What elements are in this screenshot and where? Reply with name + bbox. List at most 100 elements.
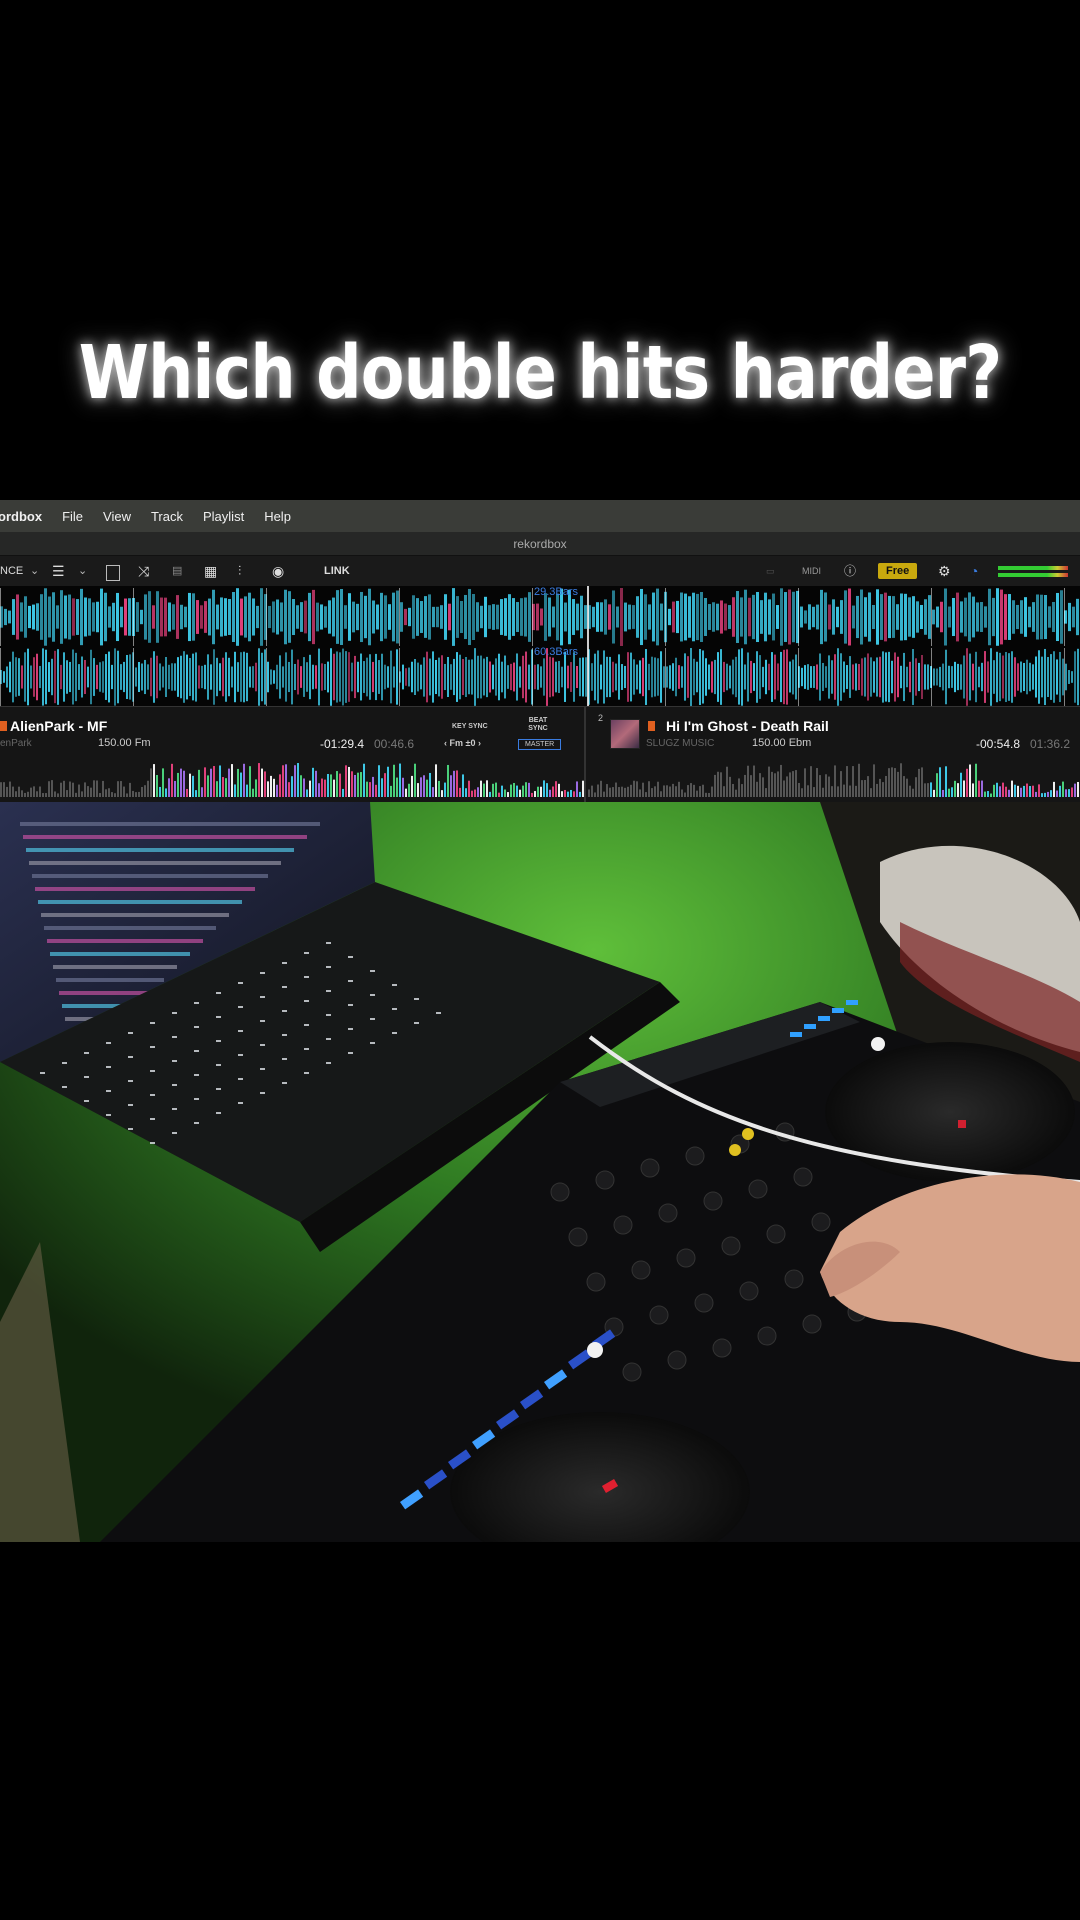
mixer-knob[interactable]: [694, 1293, 714, 1313]
mixer-knob[interactable]: [766, 1224, 786, 1244]
chevron-down-icon[interactable]: ⌄: [30, 563, 39, 579]
mixer-knob[interactable]: [802, 1314, 822, 1334]
waveform-bar: [292, 598, 295, 636]
overview-bar: [99, 793, 101, 797]
mixer-knob[interactable]: [550, 1182, 570, 1202]
performance-pad[interactable]: [818, 1016, 830, 1021]
overview-bar: [201, 787, 203, 797]
waveform-bar: [21, 665, 23, 689]
waveform-bar: [147, 664, 149, 690]
chevron-down-icon[interactable]: ⌄: [78, 563, 87, 579]
mixer-knob[interactable]: [622, 1362, 642, 1382]
grid-icon[interactable]: ▦: [204, 563, 217, 579]
mixer-knob[interactable]: [595, 1170, 615, 1190]
waveform-bar: [316, 602, 319, 632]
menu-view[interactable]: View: [103, 509, 131, 524]
mixer-knob[interactable]: [703, 1191, 723, 1211]
link-button[interactable]: LINK: [324, 563, 350, 579]
yellow-button-light[interactable]: [742, 1128, 754, 1140]
performance-pad[interactable]: [846, 1000, 858, 1005]
waveform-bar: [4, 608, 7, 626]
overview-bar: [768, 766, 770, 797]
waveform-bar: [981, 662, 983, 692]
overview-bar: [27, 791, 29, 797]
deck-a-indicator: [0, 721, 7, 731]
overview-bar: [801, 788, 803, 797]
midi-button[interactable]: MIDI: [802, 563, 821, 579]
waveform-bar: [716, 603, 719, 631]
gear-icon[interactable]: ⚙: [938, 563, 951, 579]
overview-bar: [246, 784, 248, 797]
overview-bar: [198, 769, 200, 797]
waveform-bar: [164, 597, 167, 637]
right-jog-wheel[interactable]: [825, 1042, 1075, 1182]
waveform-bar: [628, 604, 631, 630]
mixer-knob[interactable]: [658, 1203, 678, 1223]
waveform-bar: [333, 653, 335, 701]
waveform-bar: [812, 606, 815, 628]
mixer-knob[interactable]: [721, 1236, 741, 1256]
beat-grid-line: [532, 648, 533, 706]
shuffle-icon[interactable]: ⤨: [138, 563, 149, 579]
mixer-icon[interactable]: ⫶: [238, 563, 241, 579]
beat-sync-button[interactable]: BEAT SYNC: [524, 717, 552, 733]
overview-bar: [297, 763, 299, 797]
waveform-bar: [992, 597, 995, 637]
menu-file[interactable]: File: [62, 509, 83, 524]
waveform-bar: [720, 649, 722, 705]
mixer-knob[interactable]: [784, 1269, 804, 1289]
overview-bar: [132, 790, 134, 797]
record-icon[interactable]: ◉: [272, 563, 284, 579]
waveform-bar: [824, 592, 827, 642]
performance-pad[interactable]: [790, 1032, 802, 1037]
overview-bar: [681, 789, 683, 797]
mixer-knob[interactable]: [739, 1281, 759, 1301]
waveform-bar: [408, 607, 411, 627]
sampler-icon[interactable]: ▤: [172, 563, 182, 579]
waveform-bar: [60, 664, 62, 690]
white-button-light[interactable]: [871, 1037, 885, 1051]
free-plan-badge[interactable]: Free: [878, 563, 918, 579]
waveform-bar: [956, 592, 959, 642]
fx-icon[interactable]: [106, 565, 120, 581]
mixer-knob[interactable]: [640, 1158, 660, 1178]
yellow-button-light[interactable]: [729, 1144, 741, 1156]
mode-selector[interactable]: NCE: [0, 563, 23, 579]
waveform-bar: [144, 659, 146, 695]
mixer-knob[interactable]: [613, 1215, 633, 1235]
performance-pad[interactable]: [832, 1008, 844, 1013]
cloud-sync-icon[interactable]: ◔: [970, 563, 978, 579]
info-icon[interactable]: ⓘ: [844, 563, 856, 579]
menu-track[interactable]: Track: [151, 509, 183, 524]
overview-bar: [360, 772, 362, 797]
white-button-light[interactable]: [587, 1342, 603, 1358]
waveform-bar: [864, 657, 866, 697]
key-shift-control[interactable]: ‹ Fm ±0 ›: [444, 739, 481, 748]
menu-lines-icon[interactable]: ☰: [52, 563, 65, 579]
menu-app-name[interactable]: ordbox: [0, 509, 42, 524]
mixer-knob[interactable]: [676, 1248, 696, 1268]
overview-bar: [159, 786, 161, 797]
master-button[interactable]: MASTER: [518, 739, 562, 750]
mixer-knob[interactable]: [649, 1305, 669, 1325]
mixer-knob[interactable]: [793, 1167, 813, 1187]
mixer-knob[interactable]: [757, 1326, 777, 1346]
mixer-knob[interactable]: [667, 1350, 687, 1370]
overview-bar: [333, 779, 335, 797]
mixer-knob[interactable]: [712, 1338, 732, 1358]
waveform-bar: [717, 652, 719, 702]
performance-pad[interactable]: [804, 1024, 816, 1029]
mixer-knob[interactable]: [586, 1272, 606, 1292]
deck-b-overview-waveform[interactable]: [588, 763, 1080, 797]
mixer-knob[interactable]: [748, 1179, 768, 1199]
menu-playlist[interactable]: Playlist: [203, 509, 244, 524]
overview-bar: [300, 775, 302, 797]
mixer-knob[interactable]: [631, 1260, 651, 1280]
mixer-knob[interactable]: [811, 1212, 831, 1232]
mixer-knob[interactable]: [685, 1146, 705, 1166]
overview-bar: [633, 780, 635, 797]
key-sync-button[interactable]: KEY SYNC: [452, 723, 488, 731]
menu-help[interactable]: Help: [264, 509, 291, 524]
mixer-knob[interactable]: [568, 1227, 588, 1247]
deck-a-overview-waveform[interactable]: [0, 763, 584, 797]
